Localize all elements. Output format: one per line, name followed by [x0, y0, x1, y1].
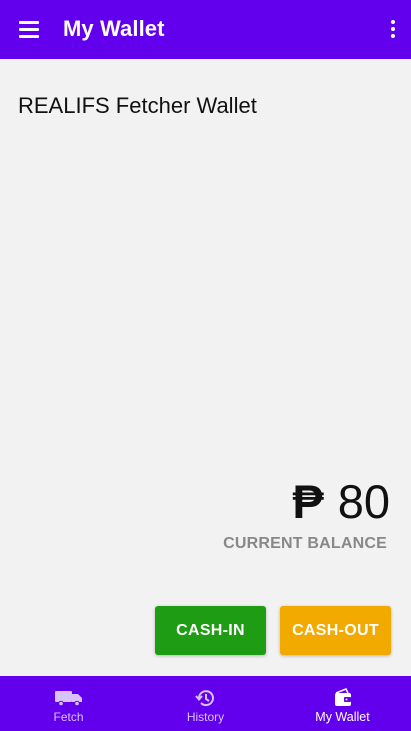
nav-item-history[interactable]: History	[137, 676, 274, 731]
balance-label: CURRENT BALANCE	[223, 535, 387, 552]
wallet-icon	[334, 688, 351, 706]
page-title: My Wallet	[63, 16, 165, 41]
nav-label-my-wallet: My Wallet	[315, 710, 370, 724]
cash-out-button[interactable]: CASH-OUT	[280, 606, 391, 655]
nav-item-my-wallet[interactable]: My Wallet	[274, 676, 411, 731]
cash-in-button[interactable]: CASH-IN	[155, 606, 266, 655]
app-bar: My Wallet	[0, 0, 411, 59]
wallet-name: REALIFS Fetcher Wallet	[18, 93, 257, 118]
bottom-navigation: Fetch History My Wallet	[0, 676, 411, 731]
currency-symbol: ₱	[292, 475, 324, 528]
nav-label-fetch: Fetch	[53, 710, 84, 724]
truck-icon	[54, 691, 82, 707]
nav-item-fetch[interactable]: Fetch	[0, 676, 137, 731]
more-vert-icon[interactable]	[389, 20, 397, 40]
nav-label-history: History	[186, 710, 225, 724]
history-icon	[194, 690, 214, 707]
hamburger-menu-icon[interactable]	[19, 21, 39, 39]
balance-value: 80	[337, 475, 390, 528]
balance-amount: ₱ 80	[292, 474, 390, 529]
